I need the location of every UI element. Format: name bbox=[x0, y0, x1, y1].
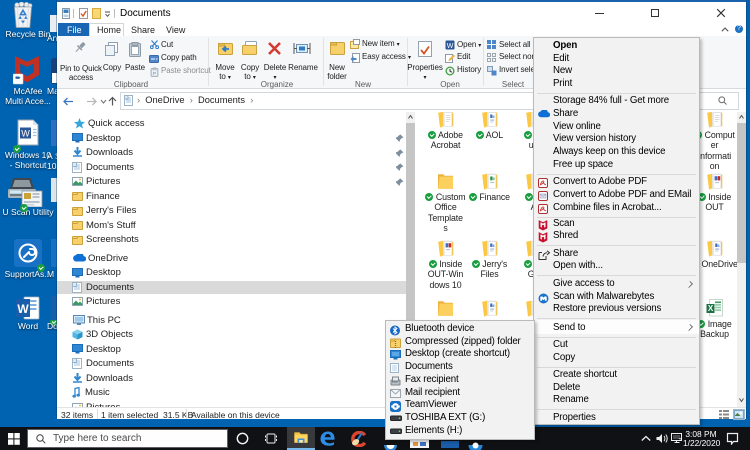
svg-text:W: W bbox=[17, 302, 29, 316]
svg-text:W: W bbox=[21, 129, 30, 139]
svg-text:W: W bbox=[447, 43, 454, 50]
svg-text:P: P bbox=[153, 71, 156, 76]
svg-text:X: X bbox=[708, 304, 714, 313]
